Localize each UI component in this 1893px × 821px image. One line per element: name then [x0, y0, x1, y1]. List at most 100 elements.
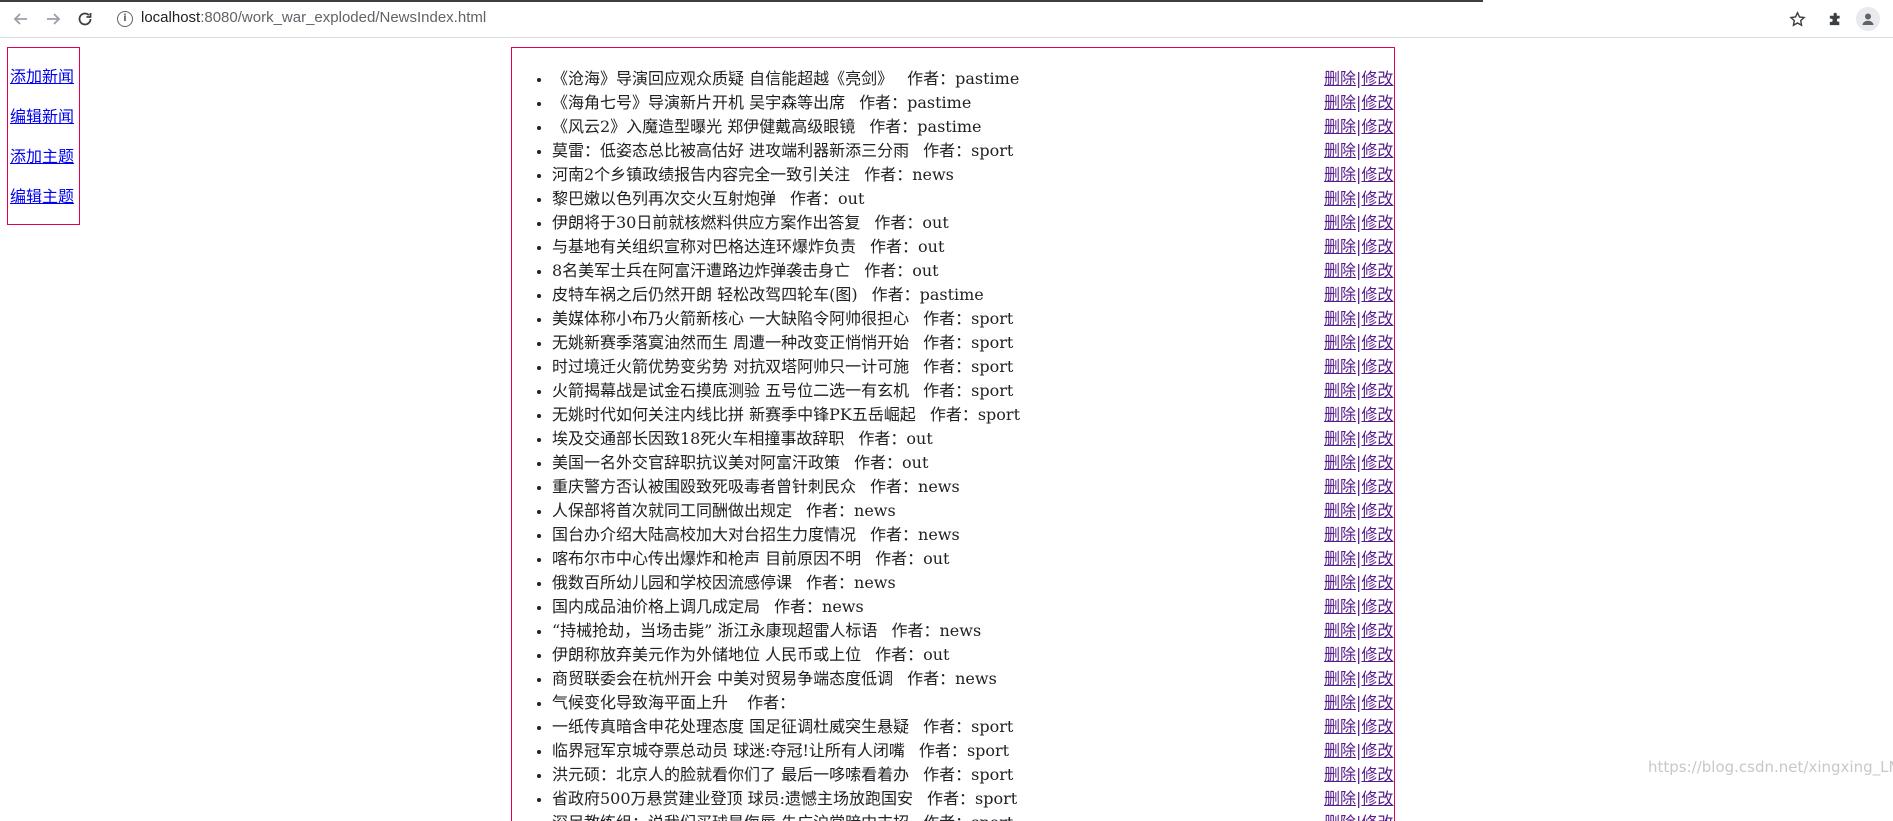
delete-link[interactable]: 删除: [1324, 765, 1356, 784]
news-author: sport: [971, 381, 1014, 400]
edit-link[interactable]: 修改: [1361, 405, 1393, 424]
delete-link[interactable]: 删除: [1324, 549, 1356, 568]
edit-link[interactable]: 修改: [1361, 357, 1393, 376]
author-label: 作者：: [918, 741, 967, 760]
delete-link[interactable]: 删除: [1324, 309, 1356, 328]
edit-link[interactable]: 修改: [1361, 477, 1393, 496]
edit-link[interactable]: 修改: [1361, 381, 1393, 400]
edit-link[interactable]: 修改: [1361, 717, 1393, 736]
edit-link[interactable]: 修改: [1361, 189, 1393, 208]
news-item: 临界冠军京城夺票总动员 球迷:夺冠!让所有人闭嘴作者：sport 删除|修改: [552, 739, 1393, 763]
edit-link[interactable]: 修改: [1361, 765, 1393, 784]
edit-link[interactable]: 修改: [1361, 573, 1393, 592]
edit-link[interactable]: 修改: [1361, 453, 1393, 472]
delete-link[interactable]: 删除: [1324, 213, 1356, 232]
delete-link[interactable]: 删除: [1324, 69, 1356, 88]
edit-link[interactable]: 修改: [1361, 261, 1393, 280]
edit-link[interactable]: 修改: [1361, 429, 1393, 448]
edit-link[interactable]: 修改: [1361, 141, 1393, 160]
edit-link[interactable]: 修改: [1361, 69, 1393, 88]
delete-link[interactable]: 删除: [1324, 333, 1356, 352]
news-actions: 删除|修改: [1324, 235, 1393, 259]
delete-link[interactable]: 删除: [1324, 381, 1356, 400]
delete-link[interactable]: 删除: [1324, 285, 1356, 304]
delete-link[interactable]: 删除: [1324, 453, 1356, 472]
delete-link[interactable]: 删除: [1324, 477, 1356, 496]
edit-link[interactable]: 修改: [1361, 501, 1393, 520]
edit-link[interactable]: 修改: [1361, 93, 1393, 112]
news-title: 《风云2》入魔造型曝光 郑伊健戴高级眼镜: [552, 117, 856, 136]
delete-link[interactable]: 删除: [1324, 525, 1356, 544]
author-label: 作者：: [870, 237, 919, 256]
edit-link[interactable]: 修改: [1361, 165, 1393, 184]
delete-link[interactable]: 删除: [1324, 141, 1356, 160]
delete-link[interactable]: 删除: [1324, 405, 1356, 424]
delete-link[interactable]: 删除: [1324, 189, 1356, 208]
edit-topic-link[interactable]: 编辑主题: [10, 187, 79, 207]
news-item: 美国一名外交官辞职抗议美对阿富汗政策作者：out 删除|修改: [552, 451, 1393, 475]
author-label: 作者：: [870, 477, 919, 496]
url-text[interactable]: localhost:8080/work_war_exploded/NewsInd…: [141, 9, 486, 26]
edit-link[interactable]: 修改: [1361, 789, 1393, 808]
add-topic-link[interactable]: 添加主题: [10, 147, 79, 167]
edit-link[interactable]: 修改: [1361, 621, 1393, 640]
news-item: 人保部将首次就同工同酬做出规定作者：news 删除|修改: [552, 499, 1393, 523]
edit-link[interactable]: 修改: [1361, 525, 1393, 544]
delete-link[interactable]: 删除: [1324, 429, 1356, 448]
delete-link[interactable]: 删除: [1324, 165, 1356, 184]
news-item: 美媒体称小布乃火箭新核心 一大缺陷令阿帅很担心作者：sport 删除|修改: [552, 307, 1393, 331]
edit-link[interactable]: 修改: [1361, 237, 1393, 256]
edit-news-link[interactable]: 编辑新闻: [10, 107, 79, 127]
extensions-icon[interactable]: [1822, 6, 1848, 32]
news-author: news: [854, 573, 896, 592]
news-title: 伊朗将于30日前就核燃料供应方案作出答复: [552, 213, 861, 232]
edit-link[interactable]: 修改: [1361, 813, 1393, 821]
edit-link[interactable]: 修改: [1361, 645, 1393, 664]
delete-link[interactable]: 删除: [1324, 573, 1356, 592]
news-item: “持械抢劫，当场击毙” 浙江永康现超雷人标语作者：news 删除|修改: [552, 619, 1393, 643]
edit-link[interactable]: 修改: [1361, 549, 1393, 568]
watermark: https://blog.csdn.net/xingxing_LM: [1648, 758, 1893, 776]
delete-link[interactable]: 删除: [1324, 813, 1356, 821]
news-title: 美国一名外交官辞职抗议美对阿富汗政策: [552, 453, 841, 472]
edit-link[interactable]: 修改: [1361, 117, 1393, 136]
delete-link[interactable]: 删除: [1324, 789, 1356, 808]
add-news-link[interactable]: 添加新闻: [10, 67, 79, 87]
edit-link[interactable]: 修改: [1361, 741, 1393, 760]
delete-link[interactable]: 删除: [1324, 645, 1356, 664]
edit-link[interactable]: 修改: [1361, 693, 1393, 712]
delete-link[interactable]: 删除: [1324, 501, 1356, 520]
edit-link[interactable]: 修改: [1361, 285, 1393, 304]
delete-link[interactable]: 删除: [1324, 357, 1356, 376]
site-info-icon[interactable]: i: [117, 11, 133, 27]
delete-link[interactable]: 删除: [1324, 741, 1356, 760]
delete-link[interactable]: 删除: [1324, 621, 1356, 640]
back-icon[interactable]: [8, 6, 34, 32]
delete-link[interactable]: 删除: [1324, 117, 1356, 136]
delete-link[interactable]: 删除: [1324, 669, 1356, 688]
profile-avatar-icon[interactable]: [1856, 7, 1880, 31]
forward-icon[interactable]: [40, 6, 66, 32]
news-panel: 《沧海》导演回应观众质疑 自信能超越《亮剑》作者：pastime删除|修改《海角…: [511, 47, 1395, 821]
news-author: pastime: [955, 69, 1020, 88]
news-author: sport: [971, 765, 1014, 784]
delete-link[interactable]: 删除: [1324, 693, 1356, 712]
author-label: 作者：: [864, 165, 913, 184]
bookmark-star-icon[interactable]: [1784, 6, 1810, 32]
edit-link[interactable]: 修改: [1361, 597, 1393, 616]
news-title: 火箭揭幕战是试金石摸底测验 五号位二选一有玄机: [552, 381, 910, 400]
news-item: 一纸传真暗含申花处理态度 国足征调杜威突生悬疑作者：sport 删除|修改: [552, 715, 1393, 739]
reload-icon[interactable]: [72, 6, 98, 32]
news-author: sport: [971, 333, 1014, 352]
edit-link[interactable]: 修改: [1361, 669, 1393, 688]
address-bar[interactable]: i localhost:8080/work_war_exploded/NewsI…: [107, 4, 1807, 34]
edit-link[interactable]: 修改: [1361, 333, 1393, 352]
delete-link[interactable]: 删除: [1324, 597, 1356, 616]
delete-link[interactable]: 删除: [1324, 93, 1356, 112]
edit-link[interactable]: 修改: [1361, 309, 1393, 328]
delete-link[interactable]: 删除: [1324, 237, 1356, 256]
delete-link[interactable]: 删除: [1324, 717, 1356, 736]
delete-link[interactable]: 删除: [1324, 261, 1356, 280]
edit-link[interactable]: 修改: [1361, 213, 1393, 232]
news-actions: 删除|修改: [1324, 91, 1393, 115]
